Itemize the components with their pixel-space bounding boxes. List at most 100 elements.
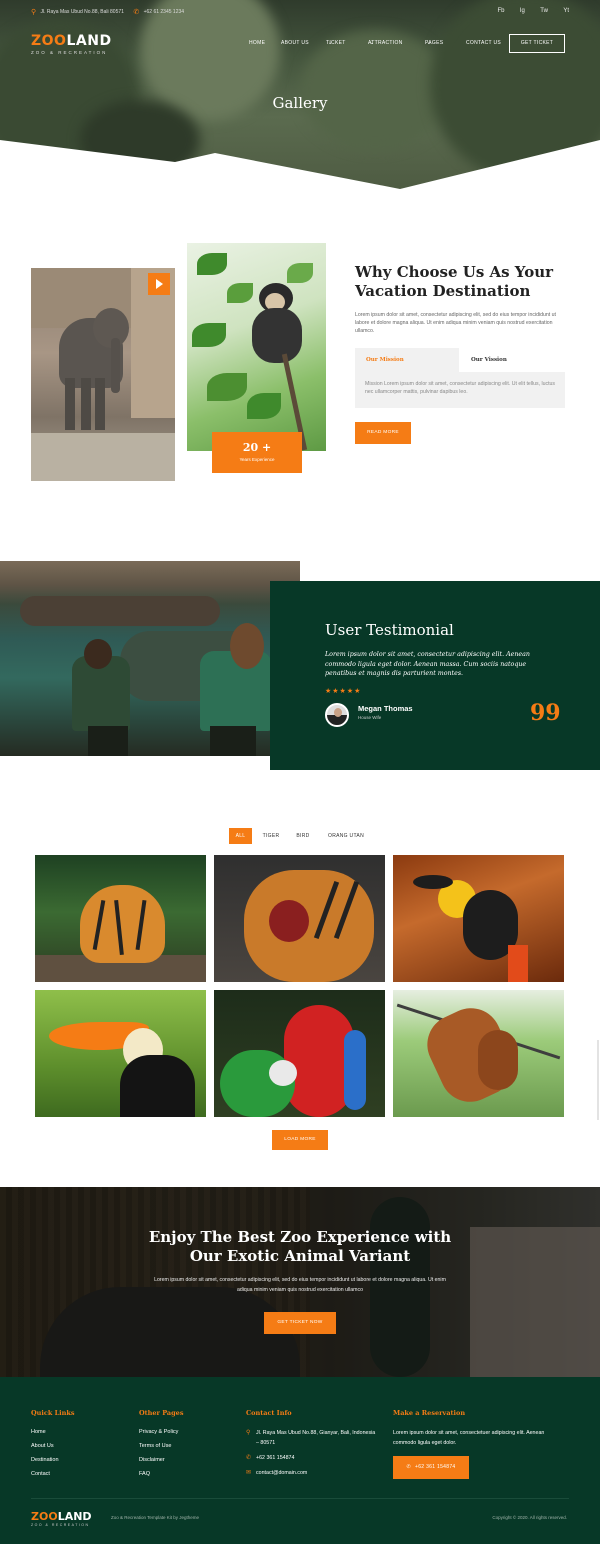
cta-description: Lorem ipsum dolor sit amet, consectetur … [154, 1277, 446, 1293]
footer-address-text: Jl. Raya Mas Ubud No.88, Gianyar, Bali, … [256, 1430, 376, 1446]
footer-logo[interactable]: ZOOLAND ZOO & RECREATION [31, 1510, 92, 1527]
footer-email-text: contact@domain.com [256, 1470, 308, 1476]
nav-ticket[interactable]: TICKET ⌄ [326, 40, 345, 46]
location-icon: ⚲ [246, 1430, 251, 1436]
facebook-link[interactable]: Fb [497, 8, 504, 14]
filter-orang-utan[interactable]: ORANG UTAN [322, 828, 370, 844]
about-description: Lorem ipsum dolor sit amet, consectetur … [355, 312, 556, 334]
testimonial-name: Megan Thomas [358, 704, 413, 713]
about-title-line2: Vacation Destination [355, 282, 531, 300]
footer-link-contact[interactable]: Contact [31, 1470, 75, 1484]
elephant-image [31, 268, 175, 481]
topbar-address: Jl. Raya Mas Ubud No.88, Bali 80571 [40, 9, 124, 15]
star-rating-icon: ★★★★★ [325, 688, 362, 695]
cta-title-line2: Our Exotic Animal Variant [189, 1247, 411, 1265]
avatar [325, 703, 349, 727]
footer-link-terms[interactable]: Terms of Use [139, 1442, 183, 1456]
tab-our-vission[interactable]: Our Vission [459, 348, 565, 372]
mail-icon: ✉ [246, 1470, 252, 1476]
cta-title: Enjoy The Best Zoo Experience with Our E… [0, 1228, 600, 1266]
footer-link-destination[interactable]: Destination [31, 1456, 75, 1470]
topbar: ⚲ Jl. Raya Mas Ubud No.88, Bali 80571 ✆ … [31, 8, 569, 20]
logo-tagline: ZOO & RECREATION [31, 50, 108, 55]
nav-home[interactable]: HOME [249, 40, 265, 46]
experience-number: 20 + [242, 441, 272, 454]
get-ticket-button[interactable]: GET TICKET [509, 34, 565, 53]
nav-attraction[interactable]: ATTRACTION ⌄ [368, 40, 402, 46]
aquarium-kids-image [0, 561, 300, 756]
logo-text-main: LAND [57, 1510, 92, 1523]
footer-divider [31, 1498, 569, 1499]
footer-quick-links: Quick Links Home About Us Destination Co… [31, 1409, 75, 1484]
testimonial-quote: Lorem ipsum dolor sit amet, consectetur … [325, 651, 530, 677]
read-more-button[interactable]: READ MORE [355, 422, 411, 444]
filter-all[interactable]: ALL [229, 828, 252, 844]
quote-icon: 99 [530, 700, 561, 726]
cta-title-line1: Enjoy The Best Zoo Experience with [148, 1228, 452, 1246]
tab-content: Mission Lorem ipsum dolor sit amet, cons… [355, 372, 565, 408]
get-ticket-now-button[interactable]: GET TICKET NOW [264, 1312, 336, 1334]
play-video-button[interactable] [148, 273, 170, 295]
phone-icon: ✆ [133, 9, 140, 16]
gallery-item-macaws[interactable] [214, 990, 385, 1117]
site-logo[interactable]: ZOOLAND ZOO & RECREATION [31, 33, 112, 55]
experience-label: Years Experience [239, 457, 275, 462]
footer-credit: Zoo & Recreation Template Kit by Jegthem… [111, 1515, 199, 1520]
footer-link-home[interactable]: Home [31, 1428, 75, 1442]
testimonial-card: User Testimonial Lorem ipsum dolor sit a… [270, 581, 600, 770]
location-icon: ⚲ [31, 9, 37, 16]
youtube-link[interactable]: Yt [563, 8, 569, 14]
footer-other-pages: Other Pages Privacy & Policy Terms of Us… [139, 1409, 183, 1484]
footer-address: ⚲ Jl. Raya Mas Ubud No.88, Gianyar, Bali,… [246, 1428, 376, 1448]
footer-link-privacy[interactable]: Privacy & Policy [139, 1428, 183, 1442]
nav-about[interactable]: ABOUT US [281, 40, 309, 46]
gallery-item-tiger-roaring[interactable] [214, 855, 385, 982]
reservation-text: Lorem ipsum dolor sit amet, consectetuer… [393, 1430, 545, 1446]
gallery-item-tiger-resting[interactable] [35, 855, 206, 982]
reservation-phone: +62 361 154874 [415, 1464, 456, 1470]
twitter-link[interactable]: Tw [540, 8, 548, 14]
tab-our-mission[interactable]: Our Mission [355, 348, 459, 372]
footer-reservation: Make a Reservation Lorem ipsum dolor sit… [393, 1409, 568, 1448]
footer-link-about[interactable]: About Us [31, 1442, 75, 1456]
logo-tagline: ZOO & RECREATION [31, 1523, 90, 1527]
footer-link-disclaimer[interactable]: Disclaimer [139, 1456, 183, 1470]
footer-heading: Quick Links [31, 1409, 75, 1417]
filter-tiger[interactable]: TIGER [259, 828, 283, 844]
logo-text-main: LAND [66, 33, 112, 49]
footer-heading: Make a Reservation [393, 1409, 466, 1417]
nav-pages[interactable]: PAGES ⌄ [425, 40, 443, 46]
footer-phone-text: +62 361 154874 [256, 1455, 295, 1461]
footer-link-faq[interactable]: FAQ [139, 1470, 183, 1484]
logo-text-accent: ZOO [31, 33, 67, 49]
nav-attraction-label: ATTRACTION [368, 40, 403, 46]
nav-contact[interactable]: CONTACT US [466, 40, 501, 46]
gallery-item-toucan-closeup[interactable] [35, 990, 206, 1117]
footer-contact-info: Contact Info ⚲ Jl. Raya Mas Ubud No.88, G… [246, 1409, 376, 1483]
phone-icon: ✆ [406, 1464, 411, 1470]
phone-icon: ✆ [246, 1455, 252, 1461]
about-tabs: Our Mission Our Vission [355, 348, 565, 372]
nav-pages-label: PAGES [425, 40, 444, 46]
load-more-button[interactable]: LOAD MORE [272, 1130, 328, 1150]
social-links: Fb Ig Tw Yt [483, 8, 569, 14]
nav-ticket-label: TICKET [326, 40, 346, 46]
gallery-item-toucan-branch[interactable] [393, 855, 564, 982]
logo-text-accent: ZOO [31, 1510, 58, 1523]
scrollbar[interactable] [597, 1040, 599, 1120]
filter-bird[interactable]: BIRD [292, 828, 314, 844]
footer-copyright: Copyright © 2020. All rights reserved. [492, 1515, 567, 1520]
footer-heading: Other Pages [139, 1409, 184, 1417]
about-title-line1: Why Choose Us As Your [355, 263, 554, 281]
testimonial-role: House Wife [358, 715, 382, 720]
footer-heading: Contact Info [246, 1409, 292, 1417]
topbar-phone: +62 61 2345 1234 [143, 9, 185, 15]
footer-phone[interactable]: ✆ +62 361 154874 [246, 1453, 376, 1463]
experience-badge: 20 + Years Experience [212, 432, 302, 473]
gallery-item-orangutan[interactable] [393, 990, 564, 1117]
testimonial-title: User Testimonial [325, 621, 454, 639]
reservation-call-button[interactable]: ✆ +62 361 154874 [393, 1456, 469, 1479]
instagram-link[interactable]: Ig [520, 8, 525, 14]
about-title: Why Choose Us As Your Vacation Destinati… [355, 263, 570, 301]
footer-email[interactable]: ✉ contact@domain.com [246, 1468, 376, 1478]
